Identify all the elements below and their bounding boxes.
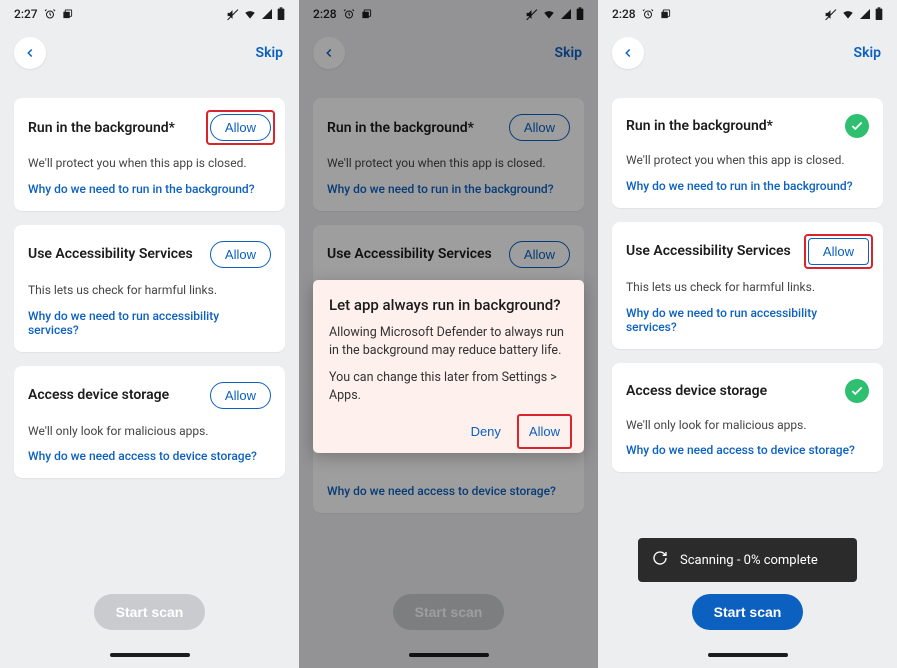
status-bar: 2:28 (598, 0, 897, 28)
card-background: Run in the background* We'll protect you… (612, 98, 883, 208)
card-title: Run in the background* (626, 118, 773, 134)
signal-icon (261, 8, 273, 20)
status-time: 2:28 (612, 7, 636, 21)
card-title: Use Accessibility Services (626, 243, 791, 259)
card-background: Run in the background* Allow We'll prote… (14, 98, 285, 211)
cards-icon (62, 9, 73, 20)
refresh-icon (652, 550, 668, 570)
dialog-deny-button[interactable]: Deny (463, 418, 509, 445)
top-bar: Skip (598, 28, 897, 78)
battery-icon (277, 7, 285, 21)
cards-icon (660, 9, 671, 20)
back-button[interactable] (612, 37, 644, 69)
allow-button[interactable]: Allow (808, 238, 869, 265)
scanning-toast: Scanning - 0% complete (638, 538, 857, 582)
card-link[interactable]: Why do we need to run accessibility serv… (626, 306, 869, 334)
alarm-icon (44, 8, 56, 20)
skip-button[interactable]: Skip (254, 39, 285, 67)
signal-icon (859, 8, 871, 20)
alarm-icon (642, 8, 654, 20)
card-link[interactable]: Why do we need access to device storage? (28, 449, 257, 463)
dialog-body: You can change this later from Settings … (329, 369, 568, 404)
allow-button[interactable]: Allow (210, 114, 271, 141)
card-desc: We'll protect you when this app is close… (626, 152, 869, 169)
background-permission-dialog: Let app always run in background? Allowi… (313, 280, 584, 453)
top-bar: Skip (0, 28, 299, 78)
card-accessibility: Use Accessibility Services Allow This le… (14, 225, 285, 352)
footer: Start scan (0, 594, 299, 668)
card-storage: Access device storage Allow We'll only l… (14, 366, 285, 479)
wifi-icon (243, 7, 257, 21)
card-storage: Access device storage We'll only look fo… (612, 363, 883, 473)
card-title: Use Accessibility Services (28, 246, 193, 262)
status-time: 2:27 (14, 7, 38, 21)
back-button[interactable] (14, 37, 46, 69)
allow-button[interactable]: Allow (210, 382, 271, 409)
wifi-icon (841, 7, 855, 21)
allow-button[interactable]: Allow (210, 241, 271, 268)
card-link[interactable]: Why do we need access to device storage? (626, 443, 855, 457)
dialog-allow-button[interactable]: Allow (521, 418, 568, 445)
status-bar: 2:27 (0, 0, 299, 28)
card-desc: We'll protect you when this app is close… (28, 155, 271, 172)
card-desc: We'll only look for malicious apps. (28, 423, 271, 440)
toast-text: Scanning - 0% complete (680, 553, 818, 568)
mute-icon (226, 8, 239, 21)
card-title: Access device storage (28, 387, 169, 403)
dialog-body: Allowing Microsoft Defender to always ru… (329, 324, 568, 359)
skip-button[interactable]: Skip (852, 39, 883, 67)
footer: Start scan (598, 594, 897, 668)
card-desc: This lets us check for harmful links. (28, 282, 271, 299)
check-icon (845, 379, 869, 403)
screen-1: 2:27 Skip Run in the background* Allow (0, 0, 299, 668)
card-accessibility: Use Accessibility Services Allow This le… (612, 222, 883, 349)
mute-icon (824, 8, 837, 21)
android-navbar[interactable] (0, 646, 299, 664)
start-scan-button: Start scan (94, 594, 206, 630)
card-title: Access device storage (626, 383, 767, 399)
dialog-title: Let app always run in background? (329, 296, 568, 314)
start-scan-button[interactable]: Start scan (692, 594, 804, 630)
card-link[interactable]: Why do we need to run accessibility serv… (28, 309, 271, 337)
card-title: Run in the background* (28, 120, 175, 136)
screen-3: 2:28 Skip Run in the background* We'll p… (598, 0, 897, 668)
card-link[interactable]: Why do we need to run in the background? (626, 179, 853, 193)
check-icon (845, 114, 869, 138)
battery-icon (875, 7, 883, 21)
android-navbar[interactable] (598, 646, 897, 664)
card-link[interactable]: Why do we need to run in the background? (28, 182, 255, 196)
screen-2: 2:28 Skip Run in the background* Allow W… (299, 0, 598, 668)
card-desc: This lets us check for harmful links. (626, 279, 869, 296)
card-desc: We'll only look for malicious apps. (626, 417, 869, 434)
screen-content: Run in the background* Allow We'll prote… (0, 78, 299, 668)
